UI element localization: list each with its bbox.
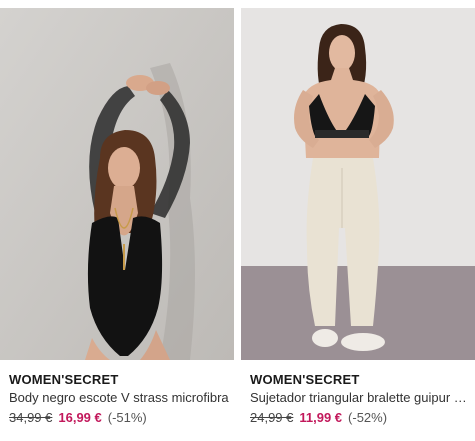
product-image-bralette[interactable] <box>241 8 475 360</box>
product-brand: WOMEN'SECRET <box>250 372 360 387</box>
product-image-bodysuit[interactable] <box>0 8 234 360</box>
product-brand: WOMEN'SECRET <box>9 372 119 387</box>
product-grid: WOMEN'SECRET Body negro escote V strass … <box>0 0 475 441</box>
product-title[interactable]: Sujetador triangular bralette guipur neg… <box>250 390 472 405</box>
sale-price: 11,99 € <box>299 410 343 425</box>
original-price: 34,99 € <box>9 410 53 425</box>
discount-badge: (-51%) <box>107 410 147 425</box>
product-prices: 24,99 € 11,99 € (-52%) <box>250 410 387 425</box>
original-price: 24,99 € <box>250 410 294 425</box>
sale-price: 16,99 € <box>58 410 102 425</box>
discount-badge: (-52%) <box>348 410 388 425</box>
product-card-bralette[interactable]: WOMEN'SECRET Sujetador triangular bralet… <box>241 0 475 441</box>
product-card-bodysuit[interactable]: WOMEN'SECRET Body negro escote V strass … <box>0 0 234 441</box>
product-prices: 34,99 € 16,99 € (-51%) <box>9 410 147 425</box>
product-title[interactable]: Body negro escote V strass microfibra <box>9 390 231 405</box>
